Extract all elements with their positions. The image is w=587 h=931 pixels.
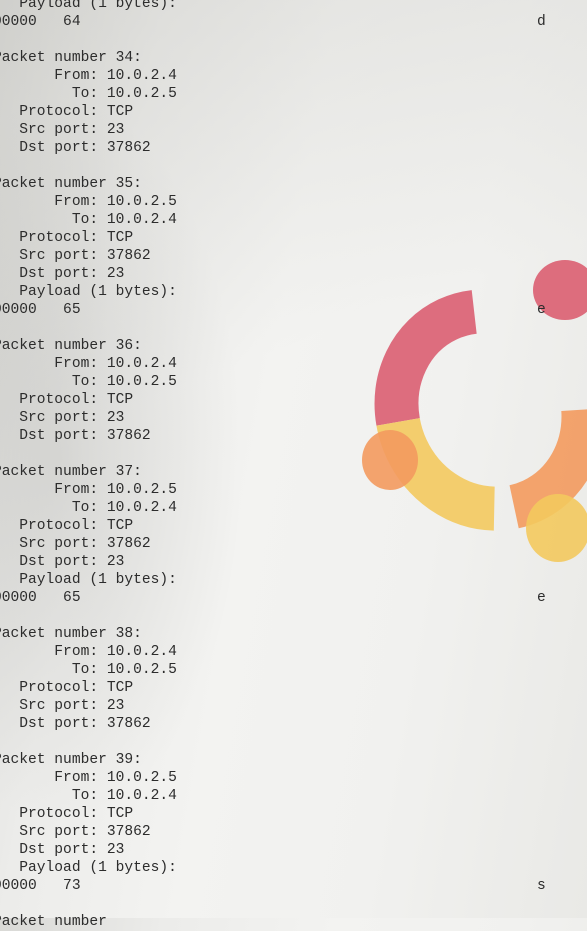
packet-dst-port: Dst port: 37862 bbox=[0, 716, 151, 732]
packet-number-partial: Packet number bbox=[0, 914, 107, 930]
packet-from: From: 10.0.2.4 bbox=[0, 356, 177, 372]
payload-hex: 00000 73 bbox=[0, 878, 81, 894]
payload-ascii: e bbox=[537, 302, 546, 318]
packet-number: Packet number 36: bbox=[0, 338, 142, 354]
packet-dst-port: Dst port: 37862 bbox=[0, 428, 151, 444]
packet-dst-port: Dst port: 23 bbox=[0, 554, 125, 570]
payload-hex-row: 00000 65 e bbox=[0, 301, 546, 319]
packet-number: Packet number 35: bbox=[0, 176, 142, 192]
packet-dst-port: Dst port: 23 bbox=[0, 842, 125, 858]
packet-src-port: Src port: 23 bbox=[0, 698, 125, 714]
payload-header: Payload (1 bytes): bbox=[0, 860, 177, 876]
packet-dst-port: Dst port: 37862 bbox=[0, 140, 151, 156]
payload-ascii: d bbox=[537, 14, 546, 30]
packet-number: Packet number 38: bbox=[0, 626, 142, 642]
packet-from: From: 10.0.2.4 bbox=[0, 644, 177, 660]
packet-src-port: Src port: 23 bbox=[0, 410, 125, 426]
payload-header: Payload (1 bytes): bbox=[0, 0, 177, 12]
packet-protocol: Protocol: TCP bbox=[0, 806, 134, 822]
packet-src-port: Src port: 23 bbox=[0, 122, 125, 138]
packet-number: Packet number 37: bbox=[0, 464, 142, 480]
packet-protocol: Protocol: TCP bbox=[0, 680, 134, 696]
packet-to: To: 10.0.2.4 bbox=[0, 212, 177, 228]
packet-src-port: Src port: 37862 bbox=[0, 824, 151, 840]
packet-src-port: Src port: 37862 bbox=[0, 248, 151, 264]
payload-hex-row: 00000 73 s bbox=[0, 877, 546, 895]
payload-ascii: e bbox=[537, 590, 546, 606]
packet-to: To: 10.0.2.4 bbox=[0, 500, 177, 516]
payload-hex: 00000 64 bbox=[0, 14, 81, 30]
packet-from: From: 10.0.2.4 bbox=[0, 68, 177, 84]
packet-number: Packet number 34: bbox=[0, 50, 142, 66]
packet-dst-port: Dst port: 23 bbox=[0, 266, 125, 282]
ubuntu-logo-wallpaper bbox=[362, 260, 587, 562]
payload-header: Payload (1 bytes): bbox=[0, 284, 177, 300]
packet-from: From: 10.0.2.5 bbox=[0, 194, 177, 210]
packet-number: Packet number 39: bbox=[0, 752, 142, 768]
payload-ascii: s bbox=[537, 878, 546, 894]
terminal-output: Payload (1 bytes): 00000 64 d Packet numbe… bbox=[0, 0, 546, 931]
packet-protocol: Protocol: TCP bbox=[0, 392, 134, 408]
packet-protocol: Protocol: TCP bbox=[0, 518, 134, 534]
packet-to: To: 10.0.2.5 bbox=[0, 662, 177, 678]
payload-hex-row: 00000 65 e bbox=[0, 589, 546, 607]
packet-from: From: 10.0.2.5 bbox=[0, 770, 177, 786]
packet-src-port: Src port: 37862 bbox=[0, 536, 151, 552]
packet-protocol: Protocol: TCP bbox=[0, 104, 134, 120]
packet-to: To: 10.0.2.4 bbox=[0, 788, 177, 804]
payload-hex: 00000 65 bbox=[0, 302, 81, 318]
payload-header: Payload (1 bytes): bbox=[0, 572, 177, 588]
packet-to: To: 10.0.2.5 bbox=[0, 86, 177, 102]
packet-to: To: 10.0.2.5 bbox=[0, 374, 177, 390]
packet-from: From: 10.0.2.5 bbox=[0, 482, 177, 498]
payload-hex: 00000 65 bbox=[0, 590, 81, 606]
payload-hex-row: 00000 64 d bbox=[0, 13, 546, 31]
packet-protocol: Protocol: TCP bbox=[0, 230, 134, 246]
